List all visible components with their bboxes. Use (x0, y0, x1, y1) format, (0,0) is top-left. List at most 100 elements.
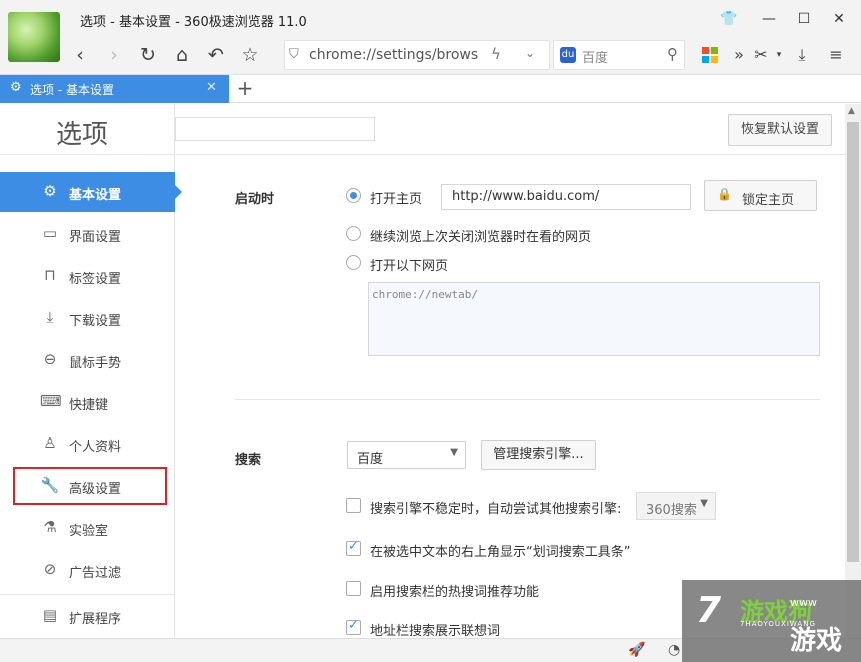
shield-icon: ⛉ (289, 47, 299, 62)
sidebar-item-mouse-gestures[interactable]: ⊖ 鼠标手势 (0, 340, 175, 380)
settings-search-input[interactable] (175, 117, 375, 141)
selection-toolbar-checkbox[interactable] (346, 539, 361, 556)
watermark-game: 游戏 (790, 626, 843, 656)
fallback-engine-checkbox[interactable] (346, 498, 361, 513)
refresh-icon[interactable]: ↻ (136, 42, 160, 68)
tab-icon: ⊓ (44, 266, 56, 284)
settings-page: 选项 ⚙ 基本设置 ▭ 界面设置 ⊓ 标签设置 ⤓ 下载设置 ⊖ 鼠标手势 ⌨ … (0, 104, 845, 639)
close-button[interactable]: ✕ (827, 8, 851, 30)
extension-icon: ▤ (42, 606, 58, 624)
fallback-engine-label: 搜索引擎不稳定时，自动尝试其他搜索引擎: (370, 502, 622, 517)
search-engine-label: 百度 (582, 51, 609, 66)
menu-icon[interactable]: ≡ (825, 44, 847, 66)
settings-sidebar: 选项 ⚙ 基本设置 ▭ 界面设置 ⊓ 标签设置 ⤓ 下载设置 ⊖ 鼠标手势 ⌨ … (0, 104, 182, 638)
apps-icon[interactable] (702, 47, 718, 63)
app-logo (8, 12, 60, 62)
lock-icon: 🔒 (717, 187, 732, 201)
startup-pages-radio[interactable] (346, 255, 361, 270)
page-title: 选项 (56, 120, 109, 150)
sidebar-item-download[interactable]: ⤓ 下载设置 (0, 298, 175, 338)
maximize-button[interactable]: ☐ (792, 8, 816, 30)
search-label: 搜索 (235, 453, 262, 468)
block-icon: ⊘ (43, 560, 57, 578)
address-suggest-checkbox[interactable] (346, 618, 361, 635)
home-icon[interactable]: ⌂ (170, 42, 194, 68)
tab-label: 选项 - 基本设置 (30, 83, 114, 97)
forward-icon[interactable]: › (102, 42, 126, 68)
search-engine-select[interactable]: 百度 ▼ (347, 441, 466, 469)
sidebar-item-shortcuts[interactable]: ⌨ 快捷键 (0, 382, 175, 422)
sidebar-item-lab[interactable]: ⚗ 实验室 (0, 508, 175, 548)
gear-icon: ⚙ (10, 80, 22, 95)
address-suggest-label: 地址栏搜索展示联想词 (370, 624, 501, 639)
startup-label: 启动时 (235, 192, 275, 207)
startup-pages-label: 打开以下网页 (370, 259, 449, 274)
hotwords-label: 启用搜索栏的热搜词推荐功能 (370, 585, 540, 600)
startup-home-label: 打开主页 (370, 192, 423, 207)
sidebar-item-extensions[interactable]: ▤ 扩展程序 (0, 596, 175, 636)
fallback-engine-value: 360搜索 (646, 503, 697, 518)
tab-settings[interactable]: ⚙ 选项 - 基本设置 ✕ (0, 75, 229, 103)
sidebar-item-label: 扩展程序 (69, 612, 122, 627)
close-tab-icon[interactable]: ✕ (206, 80, 217, 95)
scroll-up-icon[interactable]: ▲ (848, 106, 855, 116)
caret-down-icon[interactable]: ▾ (768, 44, 790, 66)
minimize-button[interactable]: — (757, 8, 781, 30)
gear-icon: ⚙ (43, 182, 57, 200)
vertical-scrollbar[interactable]: ▲ (845, 104, 861, 638)
fallback-engine-select[interactable]: 360搜索 ▼ (636, 492, 716, 520)
sidebar-item-label: 鼠标手势 (69, 356, 122, 371)
hotwords-checkbox[interactable] (346, 581, 361, 596)
shirt-icon[interactable]: 👕 (717, 8, 741, 30)
startup-continue-radio[interactable] (346, 226, 361, 241)
rocket-icon[interactable]: 🚀 (628, 642, 645, 658)
startup-pages-textarea[interactable]: chrome://newtab/ (368, 282, 820, 356)
sidebar-item-label: 个人资料 (69, 440, 122, 455)
flask-icon: ⚗ (43, 518, 57, 536)
manage-search-engines-button[interactable]: 管理搜索引擎... (481, 440, 596, 470)
selection-toolbar-label: 在被选中文本的右上角显示“划词搜索工具条” (370, 545, 631, 560)
keyboard-icon: ⌨ (40, 392, 62, 410)
sidebar-item-label: 基本设置 (69, 188, 122, 203)
star-icon[interactable]: ☆ (238, 42, 262, 68)
back-icon[interactable]: ‹ (68, 42, 92, 68)
speed-icon[interactable]: ◔ (668, 642, 680, 658)
lock-home-button[interactable]: 🔒 锁定主页 (704, 180, 817, 211)
startup-continue-label: 继续浏览上次关闭浏览器时在看的网页 (370, 230, 592, 245)
watermark: 7 游戏狗 www 7HAOYOUXIWANG 游戏 (682, 580, 861, 662)
scrollbar-thumb[interactable] (847, 122, 859, 562)
sidebar-item-label: 实验室 (69, 524, 109, 539)
address-url[interactable]: chrome://settings/browser (309, 47, 479, 63)
highlight-box (13, 467, 167, 505)
sidebar-item-label: 快捷键 (69, 398, 109, 413)
sidebar-item-basic[interactable]: ⚙ 基本设置 (0, 172, 182, 212)
startup-home-radio[interactable] (346, 188, 361, 203)
sidebar-divider (0, 154, 175, 155)
sidebar-item-label: 下载设置 (69, 314, 122, 329)
tab-bar: ⚙ 选项 - 基本设置 ✕ + (0, 75, 861, 103)
search-icon[interactable]: ⚲ (667, 45, 678, 63)
sidebar-item-adblock[interactable]: ⊘ 广告过滤 (0, 550, 175, 590)
search-engine-value: 百度 (357, 452, 384, 467)
address-bar[interactable]: ⛉ chrome://settings/browser ϟ ⌄ (284, 40, 550, 70)
mouse-icon: ⊖ (43, 350, 57, 368)
sidebar-item-label: 标签设置 (69, 272, 122, 287)
sidebar-item-interface[interactable]: ▭ 界面设置 (0, 214, 175, 254)
restore-defaults-button[interactable]: 恢复默认设置 (728, 114, 832, 146)
bolt-icon[interactable]: ϟ (491, 45, 501, 63)
browser-toolbar: 选项 - 基本设置 - 360极速浏览器 11.0 👕 — ☐ ✕ ‹ › ↻ … (0, 0, 861, 75)
user-icon: ♙ (43, 434, 57, 452)
home-url-input[interactable]: http://www.baidu.com/ (441, 184, 691, 210)
sidebar-item-tabs[interactable]: ⊓ 标签设置 (0, 256, 175, 296)
search-box[interactable]: du 百度 ⚲ (553, 40, 685, 70)
download-icon[interactable]: ⤓ (791, 44, 813, 66)
chevron-down-icon[interactable]: ⌄ (525, 46, 535, 60)
window-title: 选项 - 基本设置 - 360极速浏览器 11.0 (80, 15, 307, 30)
more-chevron-icon[interactable]: » (728, 44, 750, 66)
caret-down-icon: ▼ (700, 498, 708, 509)
baidu-icon: du (560, 47, 576, 63)
sidebar-item-profile[interactable]: ♙ 个人资料 (0, 424, 175, 464)
section-divider (235, 399, 820, 400)
undo-icon[interactable]: ↶ (204, 42, 228, 68)
new-tab-button[interactable]: + (234, 76, 256, 100)
